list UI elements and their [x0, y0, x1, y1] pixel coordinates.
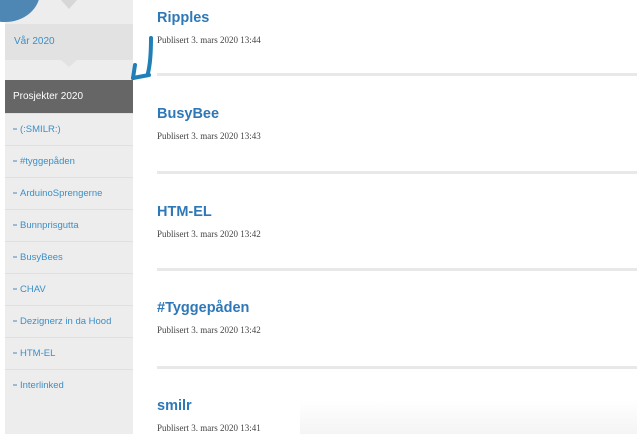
post-title[interactable]: HTM-EL [157, 204, 637, 220]
bullet-icon [13, 352, 17, 354]
menu-item-label[interactable]: Dezignerz in da Hood [20, 316, 111, 327]
category-header-label: Prosjekter 2020 [13, 91, 84, 102]
post-busybee: BusyBee Publisert 3. mars 2020 13:43 [157, 106, 637, 141]
post-htm-el: HTM-EL Publisert 3. mars 2020 13:42 [157, 204, 637, 239]
post-title[interactable]: Ripples [157, 10, 637, 26]
menu-item-label[interactable]: HTM-EL [20, 348, 55, 359]
post-date: Publisert 3. mars 2020 13:43 [157, 131, 261, 141]
category-header[interactable]: Prosjekter 2020 [5, 80, 133, 113]
divider [157, 366, 637, 369]
post-title[interactable]: BusyBee [157, 106, 637, 122]
post-title[interactable]: #Tyggepåden [157, 300, 637, 316]
arrow-down-left-icon [131, 36, 153, 80]
menu-item-label[interactable]: #tyggepåden [20, 156, 75, 167]
bullet-icon [13, 288, 17, 290]
post-date: Publisert 3. mars 2020 13:44 [157, 35, 261, 45]
menu-item-label[interactable]: BusyBees [20, 252, 63, 263]
bullet-icon [13, 384, 17, 386]
menu-item-chav[interactable]: CHAV [5, 273, 133, 305]
post-date: Publisert 3. mars 2020 13:42 [157, 229, 261, 239]
sidebar: Vår 2020 Prosjekter 2020 (:SMILR:) #tygg… [5, 0, 133, 434]
bullet-icon [13, 256, 17, 258]
post-date: Publisert 3. mars 2020 13:42 [157, 325, 261, 335]
bullet-icon [13, 320, 17, 322]
season-label[interactable]: Vår 2020 [14, 36, 55, 47]
post-smilr: smilr Publisert 3. mars 2020 13:41 [157, 398, 637, 433]
menu-item-arduinosprengerne[interactable]: ArduinoSprengerne [5, 177, 133, 209]
season-notch [61, 60, 77, 67]
menu-item-interlinked[interactable]: Interlinked [5, 369, 133, 401]
sidebar-top-notch [61, 0, 77, 9]
post-date: Publisert 3. mars 2020 13:41 [157, 423, 261, 433]
season-link[interactable]: Vår 2020 [5, 24, 133, 60]
menu-item-htm-el[interactable]: HTM-EL [5, 337, 133, 369]
divider [157, 268, 637, 271]
post-ripples: Ripples Publisert 3. mars 2020 13:44 [157, 10, 637, 45]
bullet-icon [13, 192, 17, 194]
menu-item-bunnprisgutta[interactable]: Bunnprisgutta [5, 209, 133, 241]
bullet-icon [13, 160, 17, 162]
post-title[interactable]: smilr [157, 398, 637, 414]
divider [157, 171, 637, 174]
bullet-icon [13, 224, 17, 226]
project-menu: (:SMILR:) #tyggepåden ArduinoSprengerne … [5, 113, 133, 401]
menu-item-smilr[interactable]: (:SMILR:) [5, 113, 133, 145]
menu-item-dezignerz[interactable]: Dezignerz in da Hood [5, 305, 133, 337]
divider [157, 73, 637, 76]
post-tyggepaaden: #Tyggepåden Publisert 3. mars 2020 13:42 [157, 300, 637, 335]
menu-item-label[interactable]: Bunnprisgutta [20, 220, 79, 231]
menu-item-label[interactable]: ArduinoSprengerne [20, 188, 102, 199]
menu-item-label[interactable]: Interlinked [20, 380, 64, 391]
menu-item-tyggepaaden[interactable]: #tyggepåden [5, 145, 133, 177]
menu-item-busybees[interactable]: BusyBees [5, 241, 133, 273]
bullet-icon [13, 128, 17, 130]
menu-item-label[interactable]: CHAV [20, 284, 46, 295]
menu-item-label[interactable]: (:SMILR:) [20, 124, 61, 135]
